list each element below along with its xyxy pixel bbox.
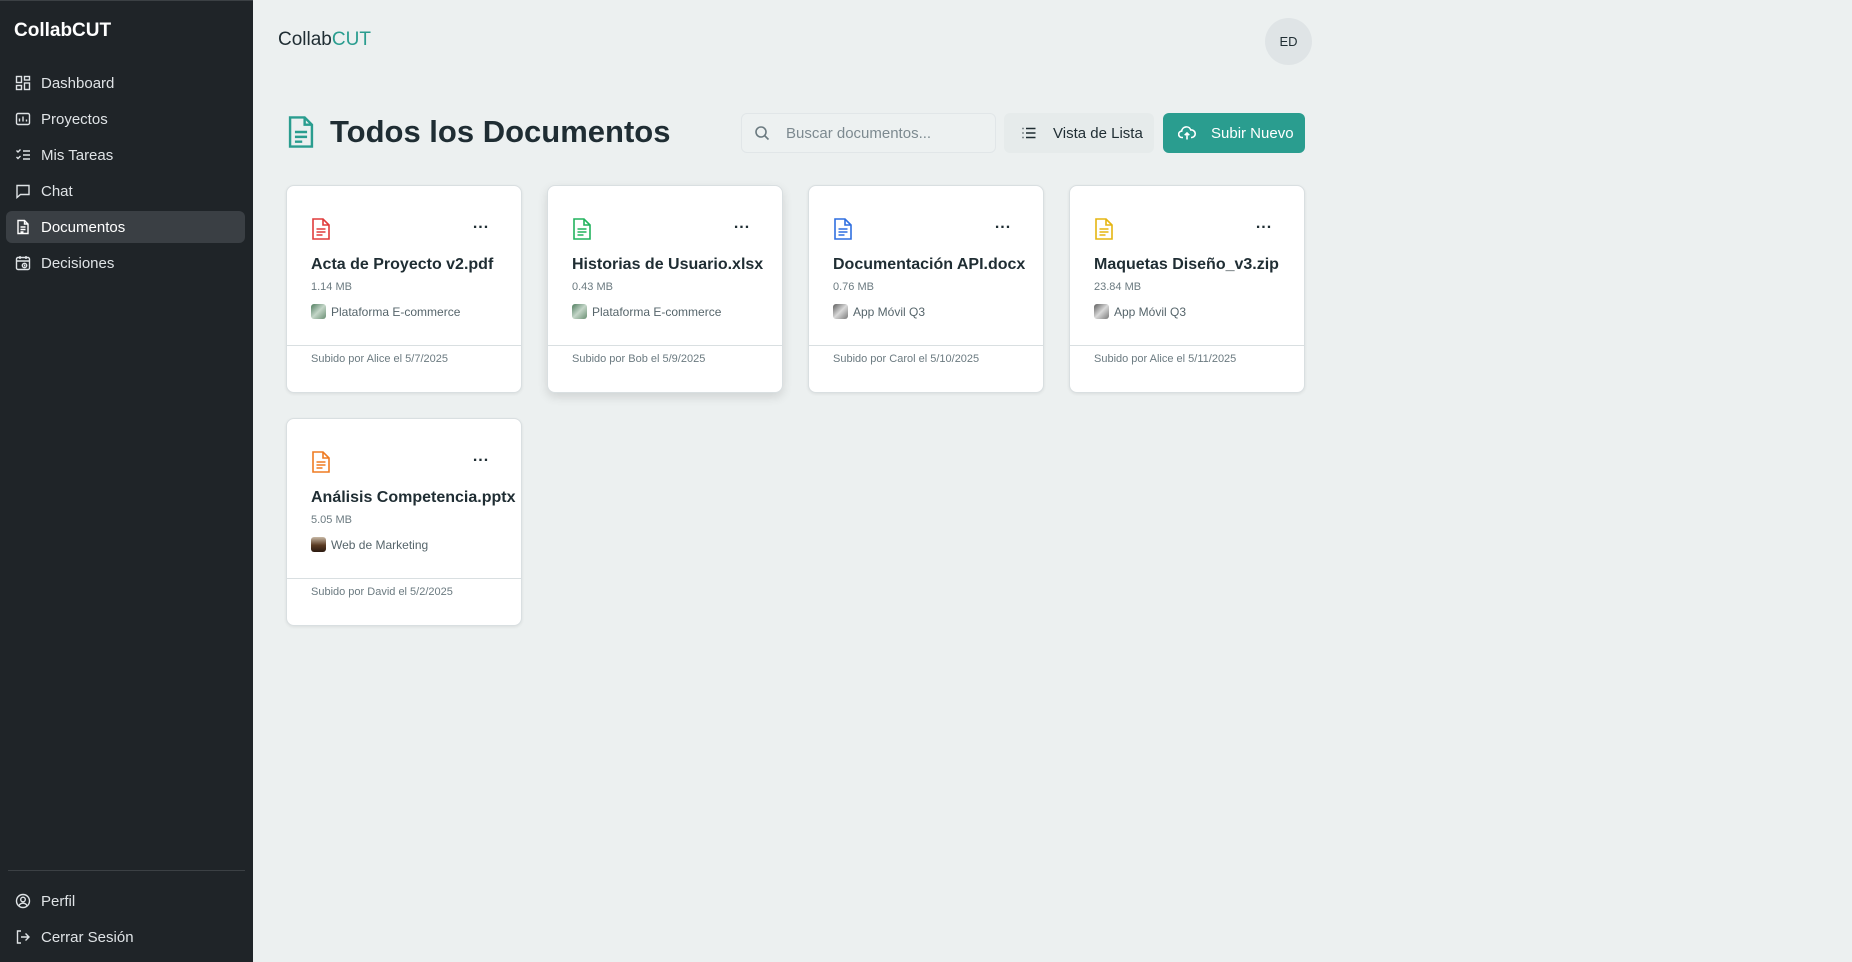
project-name: Web de Marketing bbox=[331, 537, 429, 552]
logout-icon bbox=[15, 929, 31, 945]
card-divider bbox=[287, 578, 521, 579]
document-card[interactable]: ... Historias de Usuario.xlsx 0.43 MB Pl… bbox=[547, 185, 783, 393]
project-name: Plataforma E-commerce bbox=[331, 304, 461, 319]
list-view-label: Vista de Lista bbox=[1053, 124, 1143, 142]
card-divider bbox=[287, 345, 521, 346]
more-options-button[interactable]: ... bbox=[991, 212, 1015, 236]
sidebar-item-label: Documentos bbox=[41, 218, 126, 236]
cloud-upload-icon bbox=[1178, 126, 1196, 140]
uploaded-info: Subido por Carol el 5/10/2025 bbox=[833, 353, 980, 365]
avatar[interactable]: ED bbox=[1265, 18, 1312, 65]
chat-icon bbox=[15, 183, 31, 199]
document-project: App Móvil Q3 bbox=[1094, 304, 1186, 319]
profile-icon bbox=[15, 893, 31, 909]
project-thumbnail bbox=[833, 304, 848, 319]
document-name: Documentación API.docx bbox=[833, 256, 1026, 273]
document-size: 5.05 MB bbox=[311, 514, 352, 526]
document-project: Plataforma E-commerce bbox=[311, 304, 460, 319]
uploaded-info: Subido por Alice el 5/7/2025 bbox=[311, 353, 448, 365]
project-name: App Móvil Q3 bbox=[853, 304, 926, 319]
search-input[interactable] bbox=[784, 123, 988, 143]
document-project: Web de Marketing bbox=[311, 537, 428, 552]
project-name: App Móvil Q3 bbox=[1114, 304, 1187, 319]
project-thumbnail bbox=[1094, 304, 1109, 319]
more-options-button[interactable]: ... bbox=[730, 212, 754, 236]
document-name: Acta de Proyecto v2.pdf bbox=[311, 256, 494, 273]
pptx-file-icon bbox=[312, 451, 330, 473]
sidebar-item-label: Decisiones bbox=[41, 254, 115, 272]
page-title: Todos los Documentos bbox=[286, 114, 670, 150]
sidebar-item-decisiones[interactable]: Decisiones bbox=[6, 247, 245, 279]
sidebar-item-proyectos[interactable]: Proyectos bbox=[6, 103, 245, 135]
document-size: 23.84 MB bbox=[1094, 281, 1142, 293]
sidebar-item-mis-tareas[interactable]: Mis Tareas bbox=[6, 139, 245, 171]
upload-new-label: Subir Nuevo bbox=[1211, 124, 1294, 142]
decisions-icon bbox=[15, 255, 31, 271]
sidebar-item-perfil[interactable]: Perfil bbox=[6, 885, 245, 917]
document-size: 0.43 MB bbox=[572, 281, 613, 293]
document-card[interactable]: ... Documentación API.docx 0.76 MB App M… bbox=[808, 185, 1044, 393]
project-name: Plataforma E-commerce bbox=[592, 304, 722, 319]
card-divider bbox=[1070, 345, 1304, 346]
list-view-button[interactable]: Vista de Lista bbox=[1004, 113, 1154, 153]
document-name: Maquetas Diseño_v3.zip bbox=[1094, 256, 1279, 273]
sidebar-bottom-nav: Perfil Cerrar Sesión bbox=[6, 885, 245, 957]
sidebar-item-label: Chat bbox=[41, 182, 73, 200]
header-brand: CollabCUT bbox=[278, 29, 371, 51]
sidebar-item-chat[interactable]: Chat bbox=[6, 175, 245, 207]
document-name: Análisis Competencia.pptx bbox=[311, 489, 516, 506]
pdf-file-icon bbox=[312, 218, 330, 240]
sidebar-item-label: Perfil bbox=[41, 892, 76, 910]
projects-icon bbox=[15, 111, 31, 127]
project-thumbnail bbox=[572, 304, 587, 319]
sidebar-item-cerrar-sesion[interactable]: Cerrar Sesión bbox=[6, 921, 245, 953]
project-thumbnail bbox=[311, 304, 326, 319]
search-icon bbox=[755, 126, 770, 141]
card-divider bbox=[548, 345, 782, 346]
more-options-button[interactable]: ... bbox=[469, 445, 493, 469]
xlsx-file-icon bbox=[573, 218, 591, 240]
sidebar-item-documentos[interactable]: Documentos bbox=[6, 211, 245, 243]
zip-file-icon bbox=[1095, 218, 1113, 240]
document-title-icon bbox=[288, 116, 314, 148]
project-thumbnail bbox=[311, 537, 326, 552]
sidebar-nav: Dashboard Proyectos Mis Tareas Chat Docu… bbox=[6, 67, 245, 283]
sidebar-item-label: Proyectos bbox=[41, 110, 108, 128]
document-card[interactable]: ... Análisis Competencia.pptx 5.05 MB We… bbox=[286, 418, 522, 626]
documents-icon bbox=[15, 219, 31, 235]
header-brand-accent: CUT bbox=[331, 29, 371, 50]
search-box bbox=[741, 113, 996, 153]
sidebar: CollabCUT Dashboard Proyectos Mis Tareas… bbox=[0, 0, 253, 962]
sidebar-item-dashboard[interactable]: Dashboard bbox=[6, 67, 245, 99]
app-logo[interactable]: CollabCUT bbox=[14, 20, 111, 42]
sidebar-item-label: Mis Tareas bbox=[41, 146, 114, 164]
document-size: 0.76 MB bbox=[833, 281, 874, 293]
card-divider bbox=[809, 345, 1043, 346]
sidebar-divider bbox=[8, 870, 245, 871]
sidebar-item-label: Dashboard bbox=[41, 74, 115, 92]
document-card[interactable]: ... Acta de Proyecto v2.pdf 1.14 MB Plat… bbox=[286, 185, 522, 393]
uploaded-info: Subido por David el 5/2/2025 bbox=[311, 586, 453, 598]
document-size: 1.14 MB bbox=[311, 281, 352, 293]
uploaded-info: Subido por Bob el 5/9/2025 bbox=[572, 353, 706, 365]
list-icon bbox=[1022, 127, 1036, 139]
dashboard-icon bbox=[15, 75, 31, 91]
more-options-button[interactable]: ... bbox=[1252, 212, 1276, 236]
docx-file-icon bbox=[834, 218, 852, 240]
more-options-button[interactable]: ... bbox=[469, 212, 493, 236]
sidebar-item-label: Cerrar Sesión bbox=[41, 928, 134, 946]
header-brand-main: Collab bbox=[278, 29, 332, 50]
upload-new-button[interactable]: Subir Nuevo bbox=[1163, 113, 1305, 153]
document-project: Plataforma E-commerce bbox=[572, 304, 721, 319]
tasks-icon bbox=[15, 147, 31, 163]
page-title-text: Todos los Documentos bbox=[330, 114, 671, 149]
document-project: App Móvil Q3 bbox=[833, 304, 925, 319]
uploaded-info: Subido por Alice el 5/11/2025 bbox=[1094, 353, 1237, 365]
document-name: Historias de Usuario.xlsx bbox=[572, 256, 764, 273]
document-card[interactable]: ... Maquetas Diseño_v3.zip 23.84 MB App … bbox=[1069, 185, 1305, 393]
